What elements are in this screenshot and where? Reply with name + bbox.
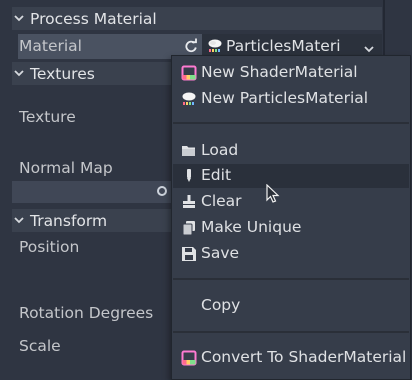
menu-item-edit[interactable]: Edit: [173, 164, 409, 188]
circle-icon[interactable]: [157, 186, 167, 196]
section-process-material[interactable]: Process Material: [12, 7, 382, 30]
material-value: ParticlesMateri: [226, 37, 341, 55]
shader-material-icon: [181, 65, 197, 81]
section-transform-label: Transform: [30, 211, 108, 230]
duplicate-icon: [181, 220, 197, 236]
material-label: Material: [19, 37, 82, 55]
menu-item-clear[interactable]: Clear: [173, 190, 409, 214]
menu-item-make-unique[interactable]: Make Unique: [173, 216, 409, 240]
menu-item-label: New ShaderMaterial: [201, 63, 358, 81]
resource-context-menu: New ShaderMaterial New ParticlesMaterial…: [171, 55, 411, 380]
menu-item-copy[interactable]: Copy: [173, 294, 409, 318]
menu-item-label: Copy: [201, 296, 241, 314]
menu-item-label: Save: [201, 244, 240, 262]
chevron-down-icon: [12, 214, 26, 228]
menu-item-load[interactable]: Load: [173, 139, 409, 163]
particles-material-icon: [181, 91, 197, 107]
menu-item-label: New ParticlesMaterial: [201, 89, 369, 107]
scale-label: Scale: [19, 337, 61, 355]
menu-item-label: Clear: [201, 192, 242, 210]
position-label: Position: [19, 238, 80, 256]
section-textures-label: Textures: [30, 64, 95, 83]
menu-item-label: Convert To ShaderMaterial: [201, 348, 407, 366]
chevron-down-icon: [12, 67, 26, 81]
menu-item-label: Edit: [201, 166, 232, 184]
menu-separator: [173, 122, 409, 124]
section-transform[interactable]: Transform: [12, 209, 172, 232]
section-textures[interactable]: Textures: [12, 62, 172, 85]
menu-item-new-particlesmaterial[interactable]: New ParticlesMaterial: [173, 87, 409, 111]
texture-label: Texture: [19, 108, 76, 126]
clear-icon: [181, 194, 197, 210]
revert-icon[interactable]: [183, 38, 199, 54]
shader-material-icon: [181, 350, 197, 366]
save-icon: [181, 246, 197, 262]
rotation-degrees-label: Rotation Degrees: [19, 304, 154, 322]
menu-item-label: Make Unique: [201, 218, 302, 236]
chevron-down-icon: [12, 12, 26, 26]
section-process-material-label: Process Material: [30, 9, 157, 28]
menu-item-convert-to-shadermaterial[interactable]: Convert To ShaderMaterial: [173, 346, 409, 370]
folder-icon: [181, 143, 197, 159]
menu-separator: [173, 278, 409, 280]
menu-item-label: Load: [201, 141, 239, 159]
menu-item-save[interactable]: Save: [173, 242, 409, 266]
mouse-cursor-icon: [266, 183, 280, 206]
edit-icon: [181, 168, 197, 184]
menu-separator: [173, 331, 409, 333]
normal-map-label: Normal Map: [19, 159, 113, 177]
menu-item-new-shadermaterial[interactable]: New ShaderMaterial: [173, 61, 409, 85]
